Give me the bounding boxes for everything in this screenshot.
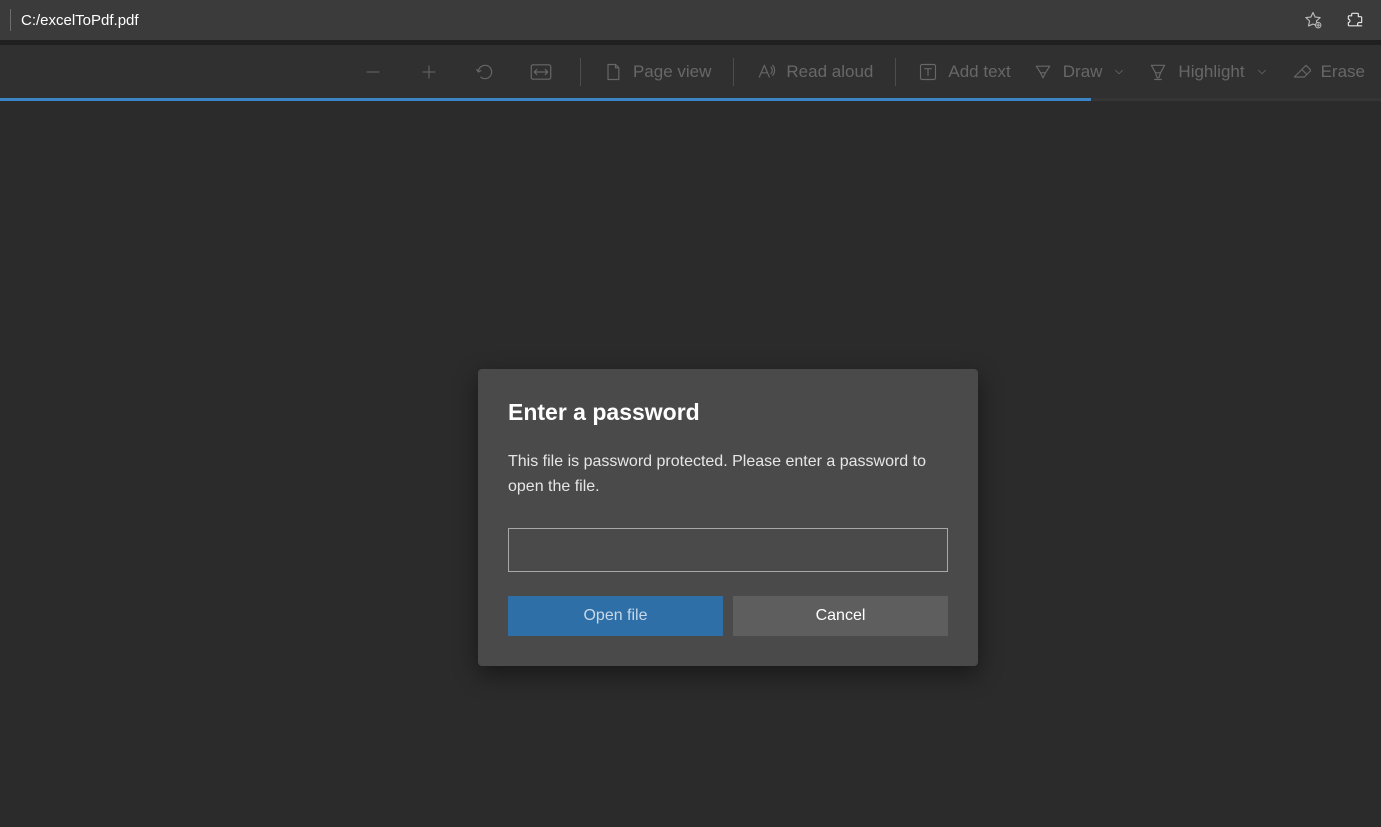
pdf-viewer-area: Enter a password This file is password p… xyxy=(0,101,1381,827)
read-aloud-button[interactable]: Read aloud xyxy=(756,62,873,82)
add-text-label: Add text xyxy=(948,62,1010,82)
address-bar: C:/excelToPdf.pdf xyxy=(0,0,1381,40)
page-view-button[interactable]: Page view xyxy=(603,62,711,82)
toolbar-separator xyxy=(895,58,896,86)
open-file-button[interactable]: Open file xyxy=(508,596,723,636)
dialog-button-row: Open file Cancel xyxy=(508,596,948,636)
draw-label: Draw xyxy=(1063,62,1103,82)
address-bar-divider xyxy=(10,9,11,31)
erase-button[interactable]: Erase xyxy=(1291,62,1365,82)
read-aloud-label: Read aloud xyxy=(786,62,873,82)
url-text[interactable]: C:/excelToPdf.pdf xyxy=(21,12,1303,29)
toolbar-separator xyxy=(733,58,734,86)
erase-label: Erase xyxy=(1321,62,1365,82)
chevron-down-icon xyxy=(1255,65,1269,79)
dialog-title: Enter a password xyxy=(508,399,948,426)
cancel-button[interactable]: Cancel xyxy=(733,596,948,636)
fit-width-button[interactable] xyxy=(524,63,558,81)
favorite-icon[interactable] xyxy=(1303,10,1323,30)
dialog-body: This file is password protected. Please … xyxy=(508,450,948,500)
address-bar-actions xyxy=(1303,10,1371,30)
password-input[interactable] xyxy=(508,528,948,572)
toolbar-separator xyxy=(580,58,581,86)
highlight-button[interactable]: Highlight xyxy=(1148,62,1268,82)
chevron-down-icon xyxy=(1112,65,1126,79)
draw-button[interactable]: Draw xyxy=(1033,62,1127,82)
pdf-toolbar: Page view Read aloud Add text Draw Highl… xyxy=(0,45,1381,98)
zoom-in-button[interactable] xyxy=(412,63,446,81)
add-text-button[interactable]: Add text xyxy=(918,62,1010,82)
rotate-button[interactable] xyxy=(468,62,502,82)
highlight-label: Highlight xyxy=(1178,62,1244,82)
extensions-icon[interactable] xyxy=(1345,10,1365,30)
password-dialog: Enter a password This file is password p… xyxy=(478,369,978,666)
page-view-label: Page view xyxy=(633,62,711,82)
zoom-out-button[interactable] xyxy=(356,63,390,81)
